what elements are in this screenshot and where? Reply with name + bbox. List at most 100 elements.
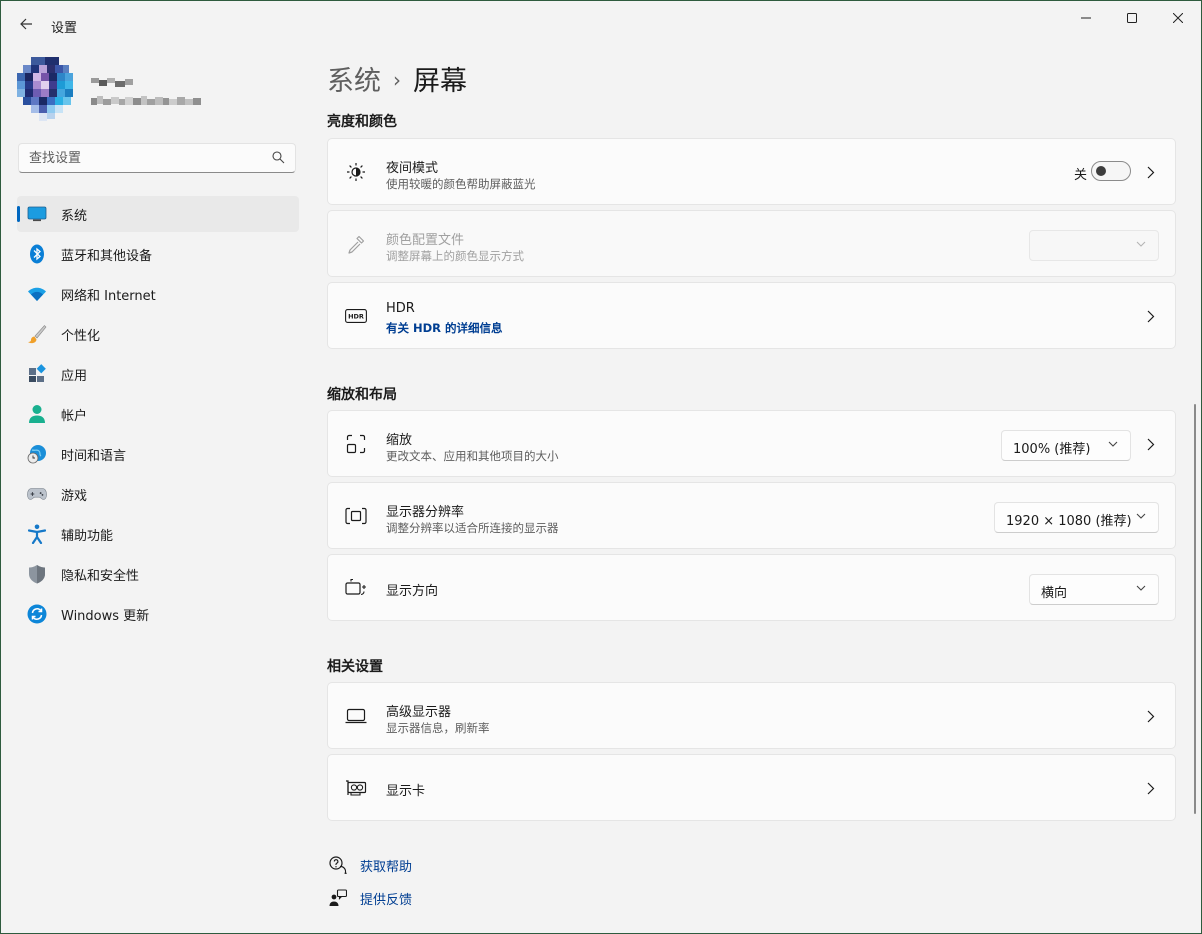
night-light-title: 夜间模式 [386,161,439,176]
svg-text:HDR: HDR [348,313,364,321]
profile-name [91,73,135,87]
toggle-knob [1096,166,1106,176]
chevron-right-icon [1144,780,1158,796]
dropdown-value: 100% (推荐) [1013,442,1091,457]
scale-dropdown[interactable]: 100% (推荐) [1001,430,1131,461]
accessibility-icon [27,524,47,544]
breadcrumb-parent[interactable]: 系统 [327,66,381,97]
sidebar-item-accounts[interactable]: 帐户 [17,396,299,432]
hdr-icon: HDR [345,305,367,327]
back-button[interactable] [13,11,39,37]
profile-email [91,93,203,105]
resolution-dropdown[interactable]: 1920 × 1080 (推荐) [994,502,1159,533]
sidebar-item-apps[interactable]: 应用 [17,356,299,392]
sidebar-item-label: Windows 更新 [61,609,150,624]
sidebar-item-label: 系统 [61,209,88,224]
minimize-icon [1081,17,1091,19]
color-profile-title: 颜色配置文件 [386,233,465,248]
sidebar-item-windows-update[interactable]: Windows 更新 [17,596,299,632]
dropdown-value: 横向 [1041,586,1068,601]
close-icon [1173,13,1183,23]
get-help-label[interactable]: 获取帮助 [360,856,412,875]
sidebar-item-gaming[interactable]: 游戏 [17,476,299,512]
chevron-right-icon [1144,436,1158,452]
night-light-toggle[interactable] [1091,161,1131,181]
maximize-button[interactable] [1109,1,1155,35]
breadcrumb: 系统 › 屏幕 [327,59,467,98]
system-monitor-icon [27,204,47,224]
hdr-card[interactable]: HDR HDR 有关 HDR 的详细信息 [327,282,1176,349]
section-title-related: 相关设置 [327,659,383,675]
bluetooth-icon [27,244,47,264]
title-bar: 设置 [1,1,1201,49]
night-light-icon [345,161,367,183]
feedback-icon [327,887,349,909]
chevron-right-icon [1144,308,1158,324]
chevron-down-icon [1136,513,1146,519]
resolution-subtitle: 调整分辨率以适合所连接的显示器 [386,521,559,535]
sidebar-item-label: 个性化 [61,329,101,344]
chevron-right-icon [1144,708,1158,724]
sidebar-item-accessibility[interactable]: 辅助功能 [17,516,299,552]
sidebar-item-bluetooth[interactable]: 蓝牙和其他设备 [17,236,299,272]
avatar[interactable] [17,57,75,121]
sidebar-item-label: 网络和 Internet [61,289,156,304]
dropdown-value: 1920 × 1080 (推荐) [1006,514,1132,529]
search-input[interactable] [29,149,259,167]
sidebar-item-label: 蓝牙和其他设备 [61,249,153,264]
page-title: 屏幕 [413,66,467,97]
minimize-button[interactable] [1063,1,1109,35]
sidebar-item-label: 隐私和安全性 [61,569,140,584]
orientation-icon [345,577,367,599]
scale-subtitle: 更改文本、应用和其他项目的大小 [386,449,559,463]
sidebar-item-label: 时间和语言 [61,449,127,464]
resolution-card: 显示器分辨率 调整分辨率以适合所连接的显示器 1920 × 1080 (推荐) [327,482,1176,549]
settings-window: 设置 查找设置 系统 蓝牙和其他设备 网络和 Internet 个性化 应用 帐… [1,1,1201,933]
get-help-link[interactable]: 获取帮助 [327,854,412,876]
night-light-subtitle: 使用较暖的颜色帮助屏蔽蓝光 [386,177,536,191]
search-box[interactable] [18,143,296,173]
resolution-icon [345,505,367,527]
brush-icon [27,324,47,344]
sidebar-nav: 系统 蓝牙和其他设备 网络和 Internet 个性化 应用 帐户 时间和语言 … [17,196,299,636]
orientation-dropdown[interactable]: 横向 [1029,574,1159,605]
advanced-display-subtitle: 显示器信息，刷新率 [386,721,490,735]
scrollbar-thumb[interactable] [1194,404,1196,814]
chevron-down-icon [1108,441,1118,447]
sidebar-item-network[interactable]: 网络和 Internet [17,276,299,312]
sidebar-item-system[interactable]: 系统 [17,196,299,232]
help-chat-icon [327,854,349,876]
apps-icon [27,364,47,384]
chevron-down-icon [1136,585,1146,591]
scale-title: 缩放 [386,433,413,448]
night-light-card[interactable]: 夜间模式 使用较暖的颜色帮助屏蔽蓝光 关 [327,138,1176,205]
app-title: 设置 [51,21,78,36]
advanced-display-card[interactable]: 高级显示器 显示器信息，刷新率 [327,682,1176,749]
shield-icon [27,564,47,584]
back-arrow-icon [20,18,32,30]
update-icon [27,604,47,624]
night-light-toggle-label: 关 [1073,168,1087,183]
sidebar-item-personalization[interactable]: 个性化 [17,316,299,352]
sidebar-item-label: 游戏 [61,489,88,504]
color-profile-dropdown [1029,230,1159,261]
scale-card[interactable]: 缩放 更改文本、应用和其他项目的大小 100% (推荐) [327,410,1176,477]
resolution-title: 显示器分辨率 [386,505,465,520]
color-profile-subtitle: 调整屏幕上的颜色显示方式 [386,249,524,263]
hdr-title: HDR [386,301,415,316]
graphics-card-item[interactable]: 显示卡 [327,754,1176,821]
close-button[interactable] [1155,1,1201,35]
laptop-display-icon [345,705,367,727]
search-icon [272,151,285,164]
sidebar-item-label: 应用 [61,369,88,384]
give-feedback-label[interactable]: 提供反馈 [360,889,412,908]
sidebar-item-label: 帐户 [61,409,88,424]
breadcrumb-separator: › [393,68,401,92]
sidebar-item-time-language[interactable]: 时间和语言 [17,436,299,472]
account-icon [27,404,47,424]
graphics-title: 显示卡 [386,784,426,799]
sidebar-item-privacy[interactable]: 隐私和安全性 [17,556,299,592]
hdr-info-link[interactable]: 有关 HDR 的详细信息 [386,320,503,336]
give-feedback-link[interactable]: 提供反馈 [327,887,412,909]
scale-icon [345,433,367,455]
